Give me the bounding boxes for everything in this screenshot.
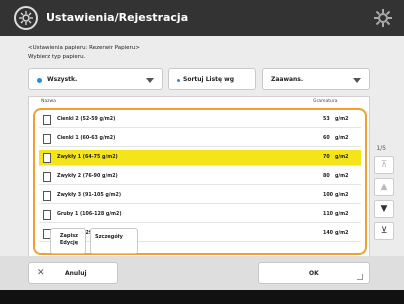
paper-weight: 80: [323, 174, 330, 179]
paper-unit: g/m2: [335, 155, 349, 160]
paper-icon: [43, 134, 51, 144]
ok-label: OK: [309, 270, 319, 277]
paper-weight: 140: [323, 231, 334, 236]
paper-weight: 60: [323, 136, 330, 141]
paper-icon: [43, 191, 51, 201]
dot-icon: [37, 78, 42, 83]
edit-button[interactable]: Zapisz Edycję: [50, 228, 86, 254]
details-button[interactable]: Szczegóły: [90, 228, 138, 254]
page-indicator: 1/5: [376, 145, 386, 152]
paper-unit: g/m2: [335, 136, 349, 141]
paper-unit: g/m2: [335, 117, 349, 122]
scroll-bottom-button[interactable]: ⊻: [374, 222, 394, 240]
bottom-bar: [0, 290, 404, 304]
paper-weight: 110: [323, 212, 334, 217]
list-item[interactable]: Cienki 1 (60-63 g/m2) 60 g/m2: [39, 131, 361, 147]
main-panel: <Ustawienia papieru: Rezerwir Papieru> W…: [0, 36, 404, 260]
paper-name: Zwykły 2 (76-90 g/m2): [57, 174, 118, 179]
sort-order-dropdown[interactable]: Zaawans.: [262, 68, 370, 90]
breadcrumb: <Ustawienia papieru: Rezerwir Papieru>: [28, 45, 140, 51]
filter-value: Wszystk.: [47, 76, 78, 83]
list-item[interactable]: Zwykły 2 (76-90 g/m2) 80 g/m2: [39, 169, 361, 185]
instruction-text: Wybierz typ papieru.: [28, 54, 86, 60]
paper-name: Cienki 1 (60-63 g/m2): [57, 136, 116, 141]
cancel-label: Anuluj: [65, 270, 87, 277]
filter-dropdown[interactable]: Wszystk.: [28, 68, 163, 90]
edit-label: Zapisz Edycję: [59, 233, 79, 246]
paper-name: Zwykły 1 (64-75 g/m2): [57, 155, 118, 160]
chevron-down-icon: [146, 78, 154, 83]
paper-name: Gruby 1 (106-128 g/m2): [57, 212, 122, 217]
column-header-weight: Gramatura: [313, 99, 338, 104]
paper-unit: g/m2: [335, 174, 349, 179]
paper-icon: [43, 115, 51, 125]
list-item[interactable]: Zwykły 3 (91-105 g/m2) 100 g/m2: [39, 188, 361, 204]
paper-icon: [43, 172, 51, 182]
sort-order-value: Zaawans.: [271, 76, 304, 83]
title-bar: Ustawienia/Rejestracja: [0, 0, 404, 36]
paper-name: Cienki 2 (52-59 g/m2): [57, 117, 116, 122]
sort-label: Sortuj Listę wg: [183, 76, 235, 83]
page-title: Ustawienia/Rejestracja: [46, 11, 189, 24]
footer-bar: ✕ Anuluj OK: [0, 256, 404, 290]
list-item[interactable]: Cienki 2 (52-59 g/m2) 53 g/m2: [39, 112, 361, 128]
ok-button[interactable]: OK: [258, 262, 370, 284]
details-label: Szczegóły: [95, 234, 123, 240]
paper-icon: [43, 153, 51, 163]
list-item[interactable]: Gruby 1 (106-128 g/m2) 110 g/m2: [39, 207, 361, 223]
settings-registration-icon: [14, 6, 38, 30]
scroll-up-button[interactable]: ▲: [374, 178, 394, 196]
paper-icon: [43, 210, 51, 220]
gear-icon[interactable]: [372, 7, 394, 29]
dot-icon: [177, 79, 180, 82]
paper-weight: 100: [323, 193, 334, 198]
chevron-down-icon: [353, 78, 361, 83]
paper-weight: 70: [323, 155, 330, 160]
sort-list-button[interactable]: Sortuj Listę wg: [168, 68, 256, 90]
close-icon: ✕: [37, 268, 45, 278]
scroll-top-button[interactable]: ⊼: [374, 156, 394, 174]
paper-unit: g/m2: [335, 193, 349, 198]
paper-unit: g/m2: [335, 212, 349, 217]
column-header-name: Nazwa: [41, 99, 56, 104]
paper-unit: g/m2: [335, 231, 349, 236]
corner-icon: [357, 274, 363, 280]
paper-weight: 53: [323, 117, 330, 122]
paper-name: Zwykły 3 (91-105 g/m2): [57, 193, 122, 198]
cancel-button[interactable]: ✕ Anuluj: [28, 262, 118, 284]
list-item-selected[interactable]: Zwykły 1 (64-75 g/m2) 70 g/m2: [39, 150, 361, 166]
scroll-down-button[interactable]: ▼: [374, 200, 394, 218]
list-item[interactable]: Gruby 2 (129-150 g/m2) 140 g/m2: [39, 226, 361, 242]
